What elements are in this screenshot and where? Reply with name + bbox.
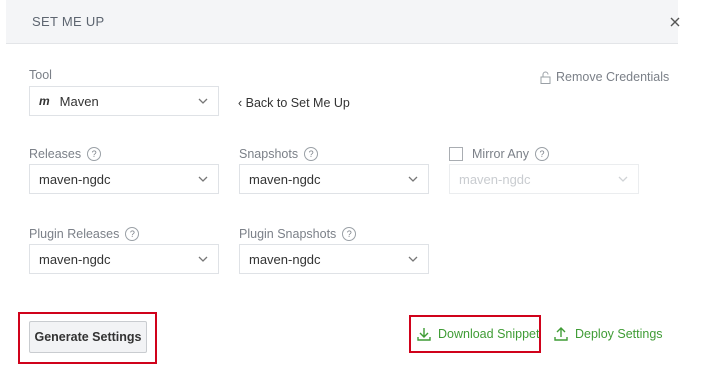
snapshots-label-text: Snapshots — [239, 147, 299, 161]
plugin-releases-select-value: maven-ngdc — [39, 251, 111, 267]
modal-title: SET ME UP — [32, 14, 105, 29]
mirror-any-label: Mirror Any ? — [449, 147, 549, 161]
modal-header: SET ME UP — [6, 0, 680, 44]
generate-settings-button[interactable]: Generate Settings — [29, 321, 147, 353]
help-icon[interactable]: ? — [534, 147, 549, 161]
plugin-snapshots-label-text: Plugin Snapshots — [239, 227, 337, 241]
download-icon — [417, 328, 431, 341]
snapshots-select-value: maven-ngdc — [249, 171, 321, 187]
tool-select[interactable]: m Maven — [29, 86, 219, 116]
chevron-down-icon — [618, 176, 628, 182]
generate-settings-label: Generate Settings — [34, 330, 142, 344]
remove-credentials-link[interactable]: Remove Credentials — [540, 70, 669, 84]
snapshots-select[interactable]: maven-ngdc — [239, 164, 429, 194]
unlock-icon — [540, 71, 551, 84]
help-icon[interactable]: ? — [87, 147, 102, 161]
help-icon[interactable]: ? — [125, 227, 140, 241]
maven-icon: m — [39, 94, 50, 108]
releases-label: Releases ? — [29, 147, 102, 161]
chevron-down-icon — [198, 256, 208, 262]
remove-credentials-text: Remove Credentials — [556, 70, 670, 84]
tool-select-value: Maven — [59, 93, 99, 109]
deploy-settings-button[interactable]: Deploy Settings — [553, 326, 663, 342]
help-icon[interactable]: ? — [342, 227, 357, 241]
tool-label-text: Tool — [29, 68, 52, 82]
snapshots-label: Snapshots ? — [239, 147, 319, 161]
mirror-any-label-text: Mirror Any — [472, 147, 529, 161]
download-snippet-label: Download Snippet — [438, 327, 540, 341]
upload-icon — [554, 327, 568, 341]
mirror-any-select-value: maven-ngdc — [459, 171, 531, 187]
tool-label: Tool — [29, 68, 52, 82]
plugin-releases-select[interactable]: maven-ngdc — [29, 244, 219, 274]
releases-label-text: Releases — [29, 147, 82, 161]
back-to-setup-link[interactable]: ‹ Back to Set Me Up — [238, 96, 350, 110]
plugin-snapshots-select[interactable]: maven-ngdc — [239, 244, 429, 274]
plugin-snapshots-label: Plugin Snapshots ? — [239, 227, 357, 241]
plugin-releases-label: Plugin Releases ? — [29, 227, 140, 241]
close-icon[interactable] — [666, 13, 684, 31]
back-link-text: ‹ Back to Set Me Up — [238, 96, 350, 110]
mirror-any-select: maven-ngdc — [449, 164, 639, 194]
chevron-down-icon — [198, 176, 208, 182]
releases-select-value: maven-ngdc — [39, 171, 111, 187]
deploy-settings-label: Deploy Settings — [575, 327, 663, 341]
plugin-snapshots-select-value: maven-ngdc — [249, 251, 321, 267]
mirror-any-checkbox[interactable] — [449, 147, 463, 161]
chevron-down-icon — [408, 176, 418, 182]
plugin-releases-label-text: Plugin Releases — [29, 227, 120, 241]
releases-select[interactable]: maven-ngdc — [29, 164, 219, 194]
chevron-down-icon — [408, 256, 418, 262]
help-icon[interactable]: ? — [304, 147, 319, 161]
chevron-down-icon — [198, 98, 208, 104]
download-snippet-button[interactable]: Download Snippet — [416, 326, 539, 342]
